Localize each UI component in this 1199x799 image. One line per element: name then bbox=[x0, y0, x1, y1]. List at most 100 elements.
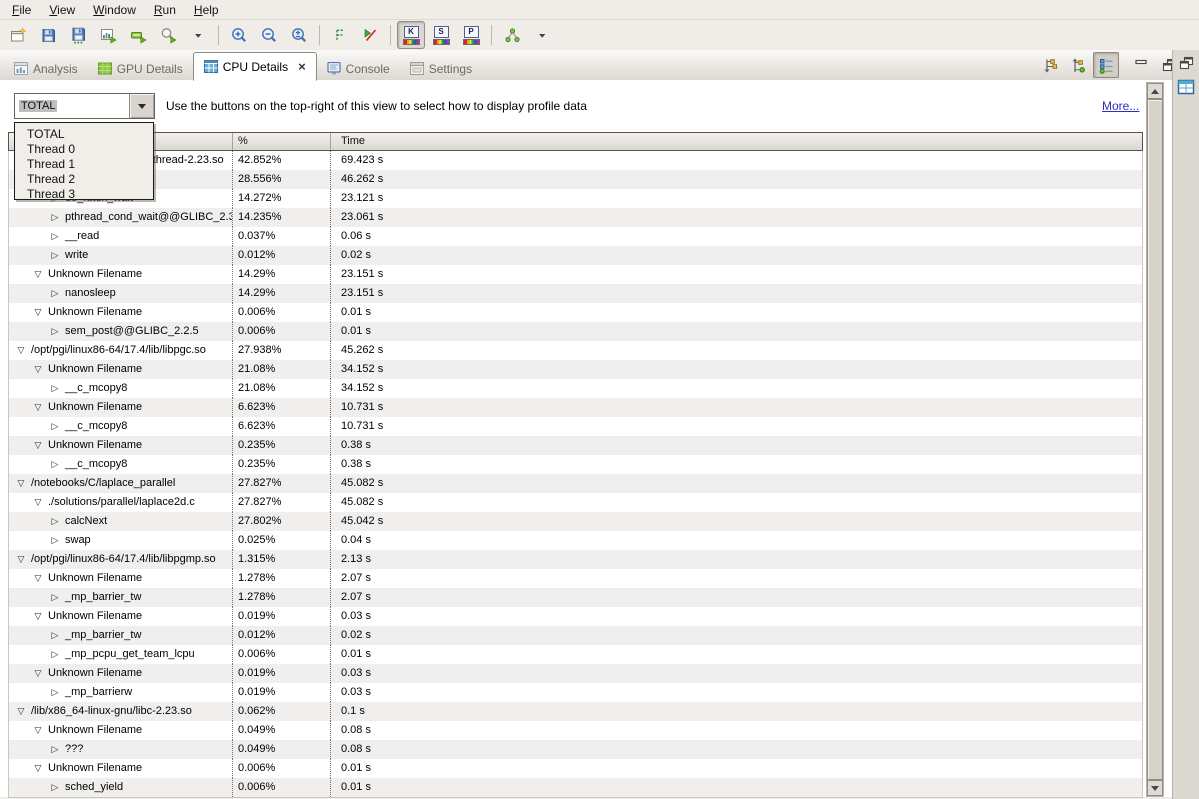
thread-combo[interactable]: TOTAL bbox=[14, 93, 155, 119]
expander-icon[interactable]: ▽ bbox=[32, 303, 44, 322]
expander-icon[interactable]: ▷ bbox=[49, 417, 61, 436]
expander-icon[interactable]: ▽ bbox=[15, 474, 27, 493]
table-row[interactable]: ▷do_futex_wait14.272%23.121 s bbox=[9, 189, 1142, 208]
table-row[interactable]: ▷pthread_cond_wait@@GLIBC_2.314.235%23.0… bbox=[9, 208, 1142, 227]
expander-icon[interactable]: ▷ bbox=[49, 284, 61, 303]
expander-icon[interactable]: ▷ bbox=[49, 227, 61, 246]
table-row[interactable]: ▽Unknown Filename0.019%0.03 s bbox=[9, 607, 1142, 626]
expander-icon[interactable]: ▽ bbox=[32, 721, 44, 740]
menu-view[interactable]: View bbox=[40, 2, 84, 18]
expander-icon[interactable]: ▽ bbox=[32, 265, 44, 284]
table-row[interactable]: ▷_mp_barrier_tw1.278%2.07 s bbox=[9, 588, 1142, 607]
expander-icon[interactable]: ▽ bbox=[15, 341, 27, 360]
table-row[interactable]: ▽Unknown Filename1.278%2.07 s bbox=[9, 569, 1142, 588]
tab-gpu-details[interactable]: GPU Details bbox=[88, 56, 193, 81]
expander-icon[interactable]: ▷ bbox=[49, 246, 61, 265]
table-row[interactable]: ▽/lib/x86_64-linux-gnu/libc-2.23.so0.062… bbox=[9, 702, 1142, 721]
dropdown-caret-icon[interactable] bbox=[528, 21, 556, 49]
caller-tree-icon[interactable] bbox=[1065, 52, 1091, 78]
table-row[interactable]: ▷__c_mcopy80.235%0.38 s bbox=[9, 455, 1142, 474]
minimize-view-icon[interactable] bbox=[1128, 52, 1154, 78]
table-row[interactable]: ▷???0.049%0.08 s bbox=[9, 740, 1142, 759]
goto-marker-icon[interactable] bbox=[356, 21, 384, 49]
column-header-[interactable]: % bbox=[232, 133, 330, 150]
restore-view-icon[interactable] bbox=[1178, 55, 1195, 72]
fit-markers-icon[interactable] bbox=[326, 21, 354, 49]
dropdown-caret-icon[interactable] bbox=[184, 21, 212, 49]
table-row[interactable]: ▽Unknown Filename0.006%0.01 s bbox=[9, 759, 1142, 778]
expander-icon[interactable]: ▷ bbox=[49, 379, 61, 398]
expander-icon[interactable]: ▽ bbox=[32, 759, 44, 778]
table-row[interactable]: ▽/lib/x86_64-linux-gnu/libpthread-2.23.s… bbox=[9, 151, 1142, 170]
zoom-out-icon[interactable] bbox=[255, 21, 283, 49]
kernel-color-icon[interactable]: K bbox=[397, 21, 425, 49]
menu-help[interactable]: Help bbox=[185, 2, 228, 18]
expander-icon[interactable]: ▷ bbox=[49, 208, 61, 227]
dropdown-option-thread-2[interactable]: Thread 2 bbox=[15, 172, 153, 187]
table-row[interactable]: ▽Unknown Filename0.019%0.03 s bbox=[9, 664, 1142, 683]
tab-cpu-details[interactable]: CPU Details× bbox=[193, 52, 317, 81]
flat-profile-icon[interactable] bbox=[1093, 52, 1119, 78]
table-row[interactable]: ▷nanosleep14.29%23.151 s bbox=[9, 284, 1142, 303]
table-row[interactable]: ▷sched_yield0.006%0.01 s bbox=[9, 778, 1142, 797]
table-row[interactable]: ▽Unknown Filename28.556%46.262 s bbox=[9, 170, 1142, 189]
generate-timeline-icon[interactable] bbox=[94, 21, 122, 49]
more-link[interactable]: More... bbox=[1102, 99, 1139, 113]
expander-icon[interactable]: ▽ bbox=[15, 702, 27, 721]
table-row[interactable]: ▷__c_mcopy86.623%10.731 s bbox=[9, 417, 1142, 436]
table-row[interactable]: ▽/opt/pgi/linux86-64/17.4/lib/libpgmp.so… bbox=[9, 550, 1142, 569]
tab-close-icon[interactable]: × bbox=[298, 60, 306, 73]
call-tree-icon[interactable] bbox=[1037, 52, 1063, 78]
table-row[interactable]: ▽Unknown Filename6.623%10.731 s bbox=[9, 398, 1142, 417]
table-row[interactable]: ▷swap0.025%0.04 s bbox=[9, 531, 1142, 550]
dropdown-option-thread-3[interactable]: Thread 3 bbox=[15, 187, 153, 202]
expander-icon[interactable]: ▷ bbox=[49, 512, 61, 531]
expander-icon[interactable]: ▽ bbox=[32, 360, 44, 379]
expander-icon[interactable]: ▷ bbox=[49, 455, 61, 474]
table-row[interactable]: ▷_mp_barrierw0.019%0.03 s bbox=[9, 683, 1142, 702]
menu-window[interactable]: Window bbox=[84, 2, 145, 18]
table-row[interactable]: ▽Unknown Filename0.049%0.08 s bbox=[9, 721, 1142, 740]
expander-icon[interactable]: ▷ bbox=[49, 778, 61, 797]
new-session-icon[interactable] bbox=[4, 21, 32, 49]
cpu-details-shortcut-icon[interactable] bbox=[1177, 79, 1195, 96]
expander-icon[interactable]: ▷ bbox=[49, 645, 61, 664]
scroll-thumb[interactable] bbox=[1147, 99, 1163, 780]
examine-values-icon[interactable] bbox=[154, 21, 182, 49]
expander-icon[interactable]: ▽ bbox=[32, 493, 44, 512]
expander-icon[interactable]: ▽ bbox=[32, 569, 44, 588]
dropdown-option-thread-1[interactable]: Thread 1 bbox=[15, 157, 153, 172]
expander-icon[interactable]: ▷ bbox=[49, 531, 61, 550]
table-row[interactable]: ▽Unknown Filename14.29%23.151 s bbox=[9, 265, 1142, 284]
table-row[interactable]: ▷calcNext27.802%45.042 s bbox=[9, 512, 1142, 531]
table-row[interactable]: ▽/opt/pgi/linux86-64/17.4/lib/libpgc.so2… bbox=[9, 341, 1142, 360]
save-as-icon[interactable] bbox=[64, 21, 92, 49]
table-row[interactable]: ▽Unknown Filename0.235%0.38 s bbox=[9, 436, 1142, 455]
expander-icon[interactable]: ▽ bbox=[15, 550, 27, 569]
stream-color-icon[interactable]: S bbox=[427, 21, 455, 49]
run-analysis-icon[interactable] bbox=[124, 21, 152, 49]
expander-icon[interactable]: ▷ bbox=[49, 626, 61, 645]
table-row[interactable]: ▽/notebooks/C/laplace_parallel27.827%45.… bbox=[9, 474, 1142, 493]
expander-icon[interactable]: ▽ bbox=[32, 398, 44, 417]
expander-icon[interactable]: ▷ bbox=[49, 322, 61, 341]
process-color-icon[interactable]: P bbox=[457, 21, 485, 49]
dropdown-option-total[interactable]: TOTAL bbox=[15, 127, 153, 142]
expander-icon[interactable]: ▷ bbox=[49, 740, 61, 759]
dropdown-option-thread-0[interactable]: Thread 0 bbox=[15, 142, 153, 157]
tab-console[interactable]: Console bbox=[317, 56, 400, 81]
tab-settings[interactable]: Settings bbox=[400, 56, 482, 81]
combo-dropdown-button[interactable] bbox=[129, 94, 154, 118]
menu-run[interactable]: Run bbox=[145, 2, 185, 18]
tab-analysis[interactable]: Analysis bbox=[4, 56, 88, 81]
table-row[interactable]: ▽Unknown Filename21.08%34.152 s bbox=[9, 360, 1142, 379]
menu-file[interactable]: File bbox=[3, 2, 40, 18]
table-row[interactable]: ▷_mp_barrier_tw0.012%0.02 s bbox=[9, 626, 1142, 645]
table-row[interactable]: ▷write0.012%0.02 s bbox=[9, 246, 1142, 265]
scroll-down-button[interactable] bbox=[1147, 780, 1163, 796]
save-icon[interactable] bbox=[34, 21, 62, 49]
expander-icon[interactable]: ▽ bbox=[32, 436, 44, 455]
expander-icon[interactable]: ▽ bbox=[32, 607, 44, 626]
expander-icon[interactable]: ▷ bbox=[49, 683, 61, 702]
zoom-in-icon[interactable] bbox=[225, 21, 253, 49]
